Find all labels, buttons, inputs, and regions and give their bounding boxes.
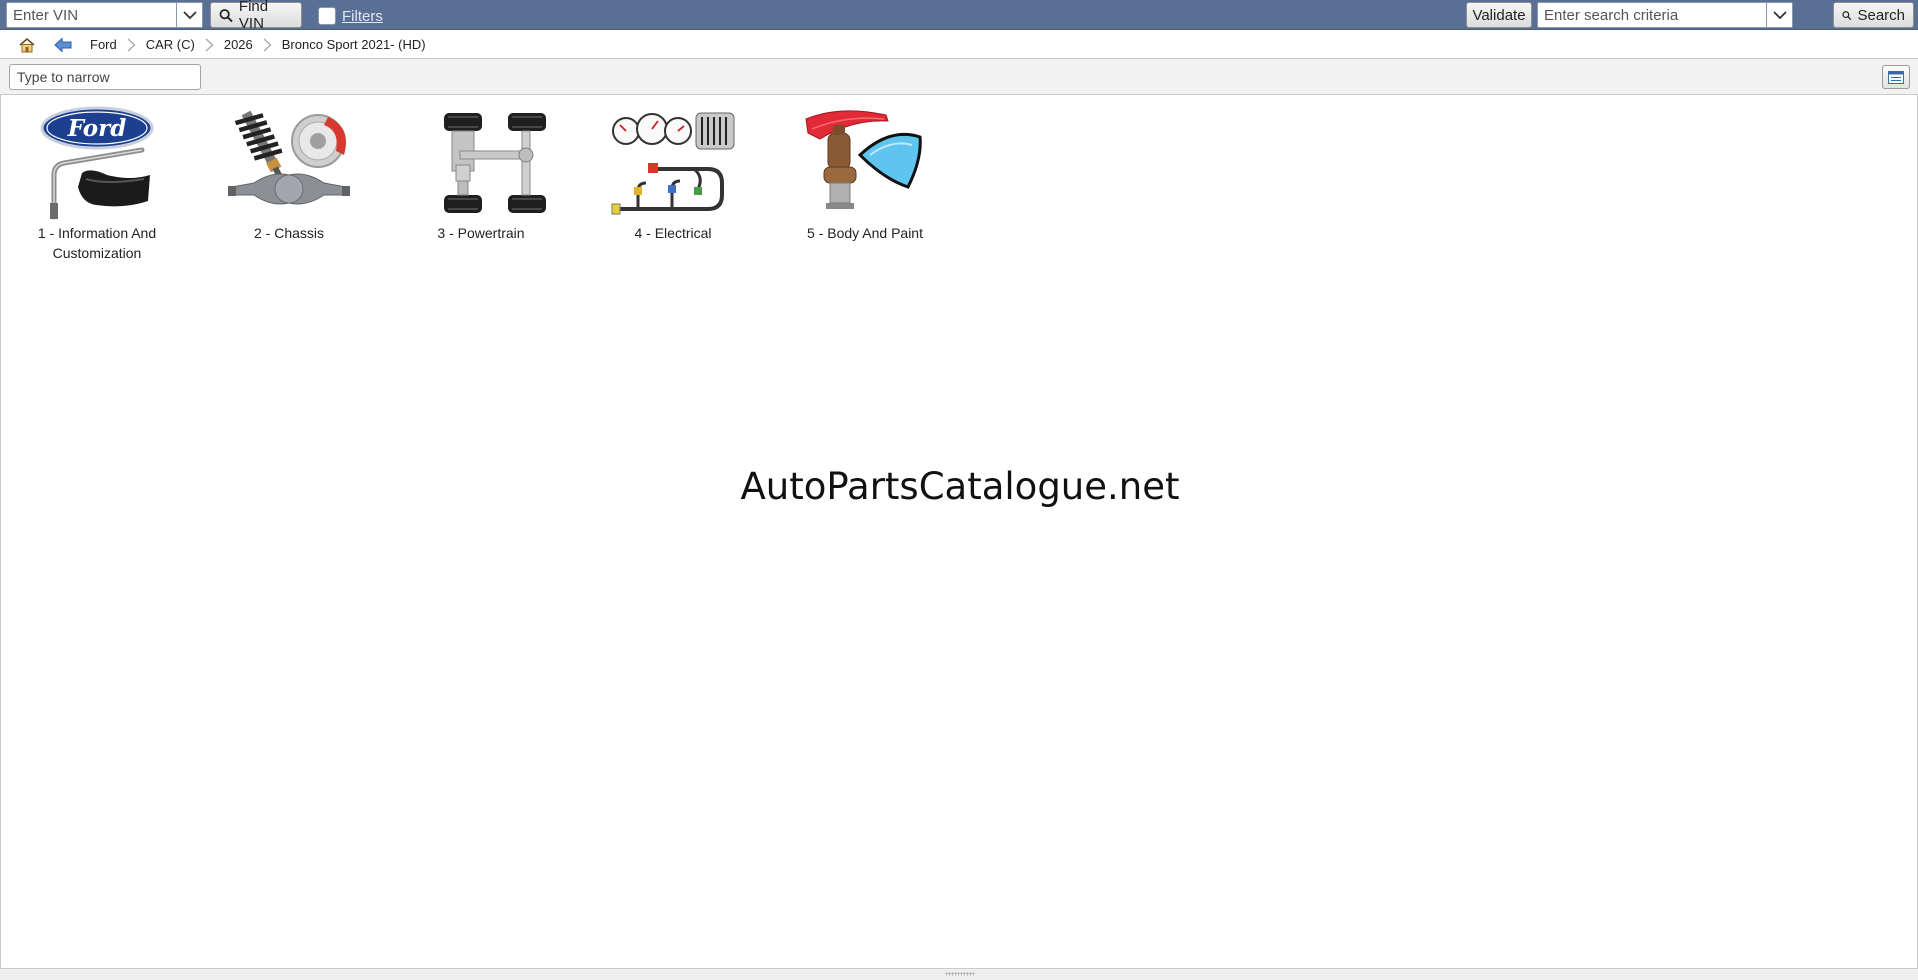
home-button[interactable]: [18, 37, 36, 53]
search-label: Search: [1857, 6, 1905, 24]
category-label: 1 - Information And Customization: [37, 225, 157, 261]
category-label: 4 - Electrical: [634, 225, 712, 241]
category-grid: Ford 1 - Information And Customization 2…: [1, 105, 961, 263]
back-arrow-icon: [54, 36, 72, 53]
search-button[interactable]: Search: [1833, 2, 1914, 28]
chassis-icon: [228, 110, 350, 205]
bottom-resize-bar: [0, 968, 1918, 980]
filters-checkbox[interactable]: [318, 7, 336, 25]
filter-bar: [0, 58, 1918, 95]
search-input[interactable]: [1538, 4, 1766, 26]
watermark-text: AutoPartsCatalogue.net: [740, 465, 1180, 508]
filters-toggle[interactable]: Filters: [318, 6, 383, 26]
breadcrumb-item-ford[interactable]: Ford: [90, 37, 117, 52]
category-label: 5 - Body And Paint: [807, 225, 923, 241]
breadcrumb-item-model[interactable]: Bronco Sport 2021- (HD): [282, 37, 426, 52]
vin-input[interactable]: [7, 4, 176, 26]
chevron-down-icon: [182, 11, 197, 20]
validate-label: Validate: [1472, 6, 1526, 24]
chevron-right-icon: [205, 37, 214, 52]
electrical-icon: [611, 112, 735, 215]
vin-dropdown-button[interactable]: [176, 3, 202, 27]
back-button[interactable]: [54, 36, 72, 53]
find-vin-label: Find VIN: [238, 0, 269, 32]
search-dropdown-button[interactable]: [1766, 3, 1792, 27]
list-view-icon: [1888, 70, 1904, 84]
chevron-right-icon: [127, 37, 136, 52]
chevron-down-icon: [1772, 11, 1787, 20]
breadcrumb: Ford CAR (C) 2026 Bronco Sport 2021- (HD…: [0, 31, 1918, 58]
ford-logo-icon: Ford: [40, 106, 154, 220]
breadcrumb-item-car[interactable]: CAR (C): [146, 37, 195, 52]
search-icon: [1842, 10, 1852, 20]
filters-link[interactable]: Filters: [342, 8, 383, 25]
vin-combo[interactable]: [6, 2, 203, 28]
find-vin-button[interactable]: Find VIN: [210, 0, 302, 32]
category-tile-chassis[interactable]: 2 - Chassis: [193, 105, 385, 263]
top-toolbar: Find VIN Filters Validate Search: [0, 0, 1918, 32]
search-icon: [219, 8, 233, 22]
powertrain-icon: [444, 113, 546, 213]
resize-grip-icon[interactable]: [945, 972, 975, 976]
body-paint-icon: [805, 110, 922, 209]
svg-text:Ford: Ford: [67, 115, 127, 142]
category-tile-powertrain[interactable]: 3 - Powertrain: [385, 105, 577, 263]
category-tile-electrical[interactable]: 4 - Electrical: [577, 105, 769, 263]
category-label: 3 - Powertrain: [437, 225, 525, 241]
chevron-right-icon: [263, 37, 272, 52]
category-tile-information[interactable]: Ford 1 - Information And Customization: [1, 105, 193, 263]
home-icon: [19, 37, 35, 52]
narrow-input[interactable]: [9, 64, 201, 90]
view-toggle-button[interactable]: [1882, 65, 1910, 89]
search-combo[interactable]: [1537, 2, 1793, 28]
validate-button[interactable]: Validate: [1466, 2, 1532, 28]
category-label: 2 - Chassis: [253, 225, 325, 241]
catalog-content: Ford 1 - Information And Customization 2…: [0, 95, 1918, 968]
breadcrumb-item-year[interactable]: 2026: [224, 37, 253, 52]
category-tile-body-paint[interactable]: 5 - Body And Paint: [769, 105, 961, 263]
